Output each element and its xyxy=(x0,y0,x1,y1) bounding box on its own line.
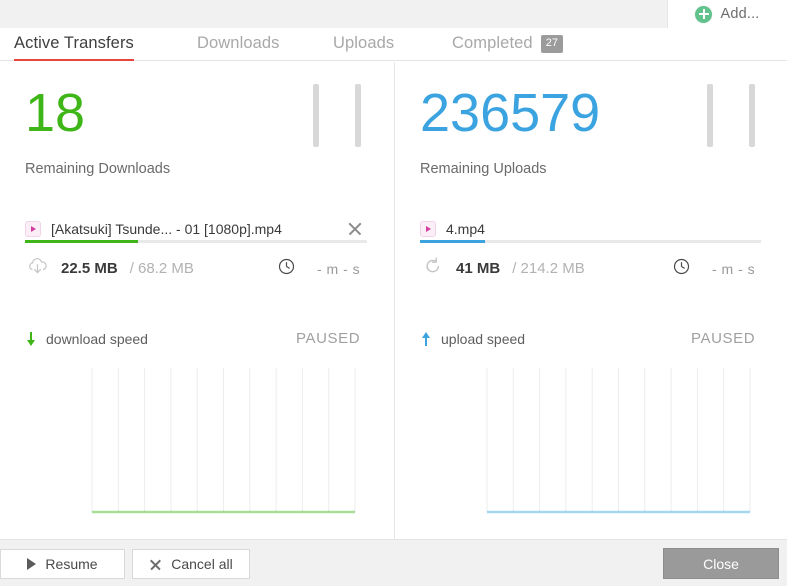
remaining-uploads-label: Remaining Uploads xyxy=(420,161,547,177)
download-size-total: / 68.2 MB xyxy=(129,260,194,277)
download-status: PAUSED xyxy=(296,330,361,347)
plus-circle-icon xyxy=(695,5,713,23)
completed-count-badge: 27 xyxy=(540,34,563,53)
pause-bar-left xyxy=(313,84,319,147)
cancel-all-button-label: Cancel all xyxy=(171,556,233,572)
remaining-uploads-count: 236579 xyxy=(420,83,601,143)
arrow-down-icon xyxy=(26,332,37,346)
upload-status: PAUSED xyxy=(691,330,756,347)
tab-bar: Active Transfers Downloads Uploads Compl… xyxy=(0,28,787,61)
pause-downloads-icon[interactable] xyxy=(313,84,361,147)
tab-completed[interactable]: Completed 27 xyxy=(452,27,563,60)
download-speed-chart xyxy=(24,360,361,523)
upload-size-line: 41 MB / 214.2 MB xyxy=(422,256,585,281)
upload-size-total: / 214.2 MB xyxy=(512,260,585,277)
download-speed-label: download speed xyxy=(46,331,148,347)
upload-eta: - m - s xyxy=(712,261,756,277)
upload-speed-label: upload speed xyxy=(441,331,526,347)
add-button[interactable]: Add... xyxy=(667,0,787,29)
remaining-downloads-label: Remaining Downloads xyxy=(25,161,171,177)
pause-uploads-icon[interactable] xyxy=(707,84,755,147)
remove-download-icon[interactable] xyxy=(347,221,363,237)
upload-speed-header: upload speed xyxy=(421,331,525,347)
upload-speed-chart xyxy=(419,360,756,523)
cloud-download-icon xyxy=(27,256,49,281)
footer-toolbar: Resume Cancel all Close xyxy=(0,539,787,586)
uploads-panel: 236579 Remaining Uploads 4.mp4 41 MB / 2… xyxy=(394,62,787,539)
transfer-file-row: 4.mp4 xyxy=(420,221,485,237)
pause-bar-left xyxy=(707,84,713,147)
upload-progress-fill xyxy=(420,240,485,243)
transfer-file-name: 4.mp4 xyxy=(446,221,485,237)
downloads-panel: 18 Remaining Downloads [Akatsuki] Tsunde… xyxy=(0,62,394,539)
add-button-label: Add... xyxy=(720,6,760,22)
download-progress-fill xyxy=(25,240,138,243)
resume-button-label: Resume xyxy=(45,556,98,572)
video-file-icon xyxy=(25,221,41,237)
download-size-line: 22.5 MB / 68.2 MB xyxy=(27,256,194,281)
upload-size-done: 41 MB xyxy=(456,260,501,277)
arrow-up-icon xyxy=(421,332,432,346)
upload-progress-track xyxy=(420,240,761,243)
close-button[interactable]: Close xyxy=(663,548,779,579)
tab-downloads[interactable]: Downloads xyxy=(197,27,280,60)
pause-bar-right xyxy=(355,84,361,147)
play-icon xyxy=(27,558,37,570)
tab-label: Downloads xyxy=(197,34,280,52)
download-progress-track xyxy=(25,240,367,243)
transfer-file-row: [Akatsuki] Tsunde... - 01 [1080p].mp4 xyxy=(25,221,282,237)
sync-upload-icon xyxy=(422,256,444,281)
remaining-downloads-count: 18 xyxy=(25,83,86,143)
pause-bar-right xyxy=(749,84,755,147)
resume-button[interactable]: Resume xyxy=(0,549,125,579)
upload-eta-line: - m - s xyxy=(673,258,755,280)
download-eta-line: - m - s xyxy=(278,258,360,280)
tab-uploads[interactable]: Uploads xyxy=(333,27,394,60)
tab-label: Uploads xyxy=(333,34,395,52)
cancel-all-button[interactable]: Cancel all xyxy=(132,549,250,579)
transfer-file-name: [Akatsuki] Tsunde... - 01 [1080p].mp4 xyxy=(51,221,282,237)
clock-icon xyxy=(278,258,295,280)
transfer-manager-window: Add... Active Transfers Downloads Upload… xyxy=(0,0,787,586)
tab-label: Active Transfers xyxy=(14,34,134,52)
video-file-icon xyxy=(420,221,436,237)
download-eta: - m - s xyxy=(317,261,361,277)
download-speed-header: download speed xyxy=(26,331,148,347)
close-button-label: Close xyxy=(703,555,739,572)
tab-active-transfers[interactable]: Active Transfers xyxy=(14,27,134,61)
tab-label: Completed xyxy=(452,34,533,52)
clock-icon xyxy=(673,258,690,280)
close-icon xyxy=(149,558,162,571)
download-size-done: 22.5 MB xyxy=(61,260,118,277)
